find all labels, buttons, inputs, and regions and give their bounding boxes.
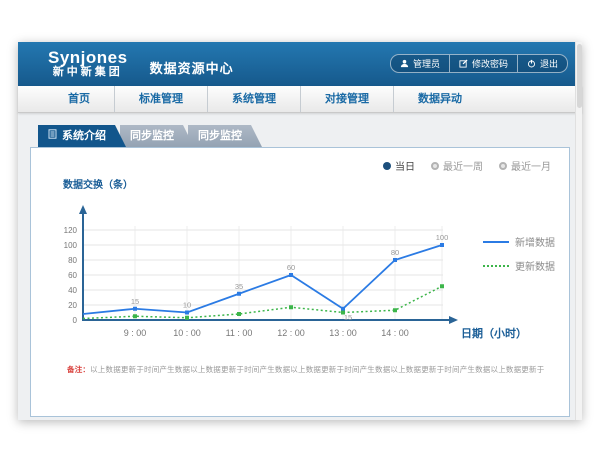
tab-label: 同步监控 — [130, 130, 174, 142]
content-area: 系统介绍 同步监控 同步监控 当日 最近一周 — [18, 113, 582, 420]
power-icon — [527, 59, 536, 68]
svg-text:35: 35 — [235, 282, 243, 291]
svg-text:12 : 00: 12 : 00 — [277, 328, 305, 338]
range-label: 当日 — [395, 158, 415, 173]
svg-text:14 : 00: 14 : 00 — [381, 328, 409, 338]
svg-text:10: 10 — [183, 301, 191, 310]
window-scrollbar[interactable] — [575, 42, 582, 420]
svg-text:15: 15 — [344, 313, 352, 322]
svg-text:13 : 00: 13 : 00 — [329, 328, 357, 338]
dotted-line-icon — [483, 265, 509, 267]
y-axis-title: 数据交换（条） — [63, 176, 133, 191]
change-password-button[interactable]: 修改密码 — [450, 54, 518, 73]
edit-icon — [459, 59, 468, 68]
svg-text:11 : 00: 11 : 00 — [226, 328, 253, 338]
svg-text:日期（小时）: 日期（小时） — [461, 326, 527, 340]
svg-text:0: 0 — [73, 316, 78, 325]
legend-item-new-data: 新增数据 — [483, 234, 555, 249]
svg-text:100: 100 — [64, 241, 78, 250]
document-icon — [48, 125, 57, 147]
tab-sync-monitor-1[interactable]: 同步监控 — [120, 125, 194, 147]
radio-unselected-icon — [431, 162, 439, 170]
solid-line-icon — [483, 241, 509, 243]
change-password-label: 修改密码 — [472, 57, 508, 70]
logo-secondary: 新中新集团 — [48, 67, 128, 79]
svg-text:9 : 00: 9 : 00 — [124, 328, 147, 338]
svg-text:80: 80 — [68, 256, 77, 265]
range-label: 最近一月 — [511, 158, 551, 173]
admin-user-button[interactable]: 管理员 — [390, 54, 450, 73]
nav-item-home[interactable]: 首页 — [44, 86, 114, 112]
scrollbar-thumb[interactable] — [577, 44, 582, 108]
legend-label: 更新数据 — [515, 258, 555, 273]
page-title: 数据资源中心 — [150, 58, 234, 86]
svg-text:80: 80 — [391, 248, 399, 257]
footnote-text: 以上数据更新于时间产生数据以上数据更新于时间产生数据以上数据更新于时间产生数据以… — [90, 365, 544, 374]
footnote: 备注：以上数据更新于时间产生数据以上数据更新于时间产生数据以上数据更新于时间产生… — [67, 364, 544, 375]
range-option-last-month[interactable]: 最近一月 — [499, 158, 551, 173]
legend-item-update-data: 更新数据 — [483, 258, 555, 273]
logo-primary: Synjones — [48, 49, 128, 67]
radio-selected-icon — [383, 162, 391, 170]
user-actions: 管理员 修改密码 退出 — [390, 54, 568, 73]
nav-item-standards[interactable]: 标准管理 — [114, 86, 207, 112]
tab-system-intro[interactable]: 系统介绍 — [38, 125, 126, 147]
synjones-logo: Synjones 新中新集团 — [48, 49, 128, 78]
exchange-chart: 0 20 40 60 80 100 120 9 : 00 10 : 00 11 : 00 12 : … — [45, 192, 557, 358]
tab-sync-monitor-2[interactable]: 同步监控 — [188, 125, 262, 147]
app-window: Synjones 新中新集团 数据资源中心 管理员 修改密码 退出 — [18, 42, 582, 420]
svg-text:100: 100 — [436, 233, 449, 242]
main-nav: 首页 标准管理 系统管理 对接管理 数据异动 — [18, 86, 582, 113]
tab-label: 同步监控 — [198, 130, 242, 142]
tab-label: 系统介绍 — [62, 125, 106, 147]
footnote-prefix: 备注： — [67, 365, 90, 374]
nav-item-interface[interactable]: 对接管理 — [300, 86, 393, 112]
nav-item-system[interactable]: 系统管理 — [207, 86, 300, 112]
svg-text:60: 60 — [68, 271, 77, 280]
user-icon — [400, 59, 409, 68]
logout-label: 退出 — [540, 57, 558, 70]
range-label: 最近一周 — [443, 158, 483, 173]
svg-text:15: 15 — [131, 297, 139, 306]
svg-text:20: 20 — [68, 301, 77, 310]
legend-label: 新增数据 — [515, 234, 555, 249]
range-filter-group: 当日 最近一周 最近一月 — [383, 158, 551, 173]
chart-panel: 当日 最近一周 最近一月 数据交换（条） 0 20 40 60 80 100 120 9 : … — [30, 147, 570, 417]
range-option-last-week[interactable]: 最近一周 — [431, 158, 483, 173]
admin-user-label: 管理员 — [413, 57, 440, 70]
logout-button[interactable]: 退出 — [518, 54, 568, 73]
svg-text:40: 40 — [68, 286, 77, 295]
svg-text:60: 60 — [287, 263, 295, 272]
radio-unselected-icon — [499, 162, 507, 170]
chart-legend: 新增数据 更新数据 — [483, 234, 555, 282]
nav-item-anomaly[interactable]: 数据异动 — [393, 86, 486, 112]
app-header: Synjones 新中新集团 数据资源中心 管理员 修改密码 退出 — [18, 42, 582, 86]
tab-bar: 系统介绍 同步监控 同步监控 — [38, 125, 570, 147]
range-option-today[interactable]: 当日 — [383, 158, 415, 173]
svg-text:120: 120 — [64, 226, 78, 235]
svg-text:10 : 00: 10 : 00 — [173, 328, 201, 338]
